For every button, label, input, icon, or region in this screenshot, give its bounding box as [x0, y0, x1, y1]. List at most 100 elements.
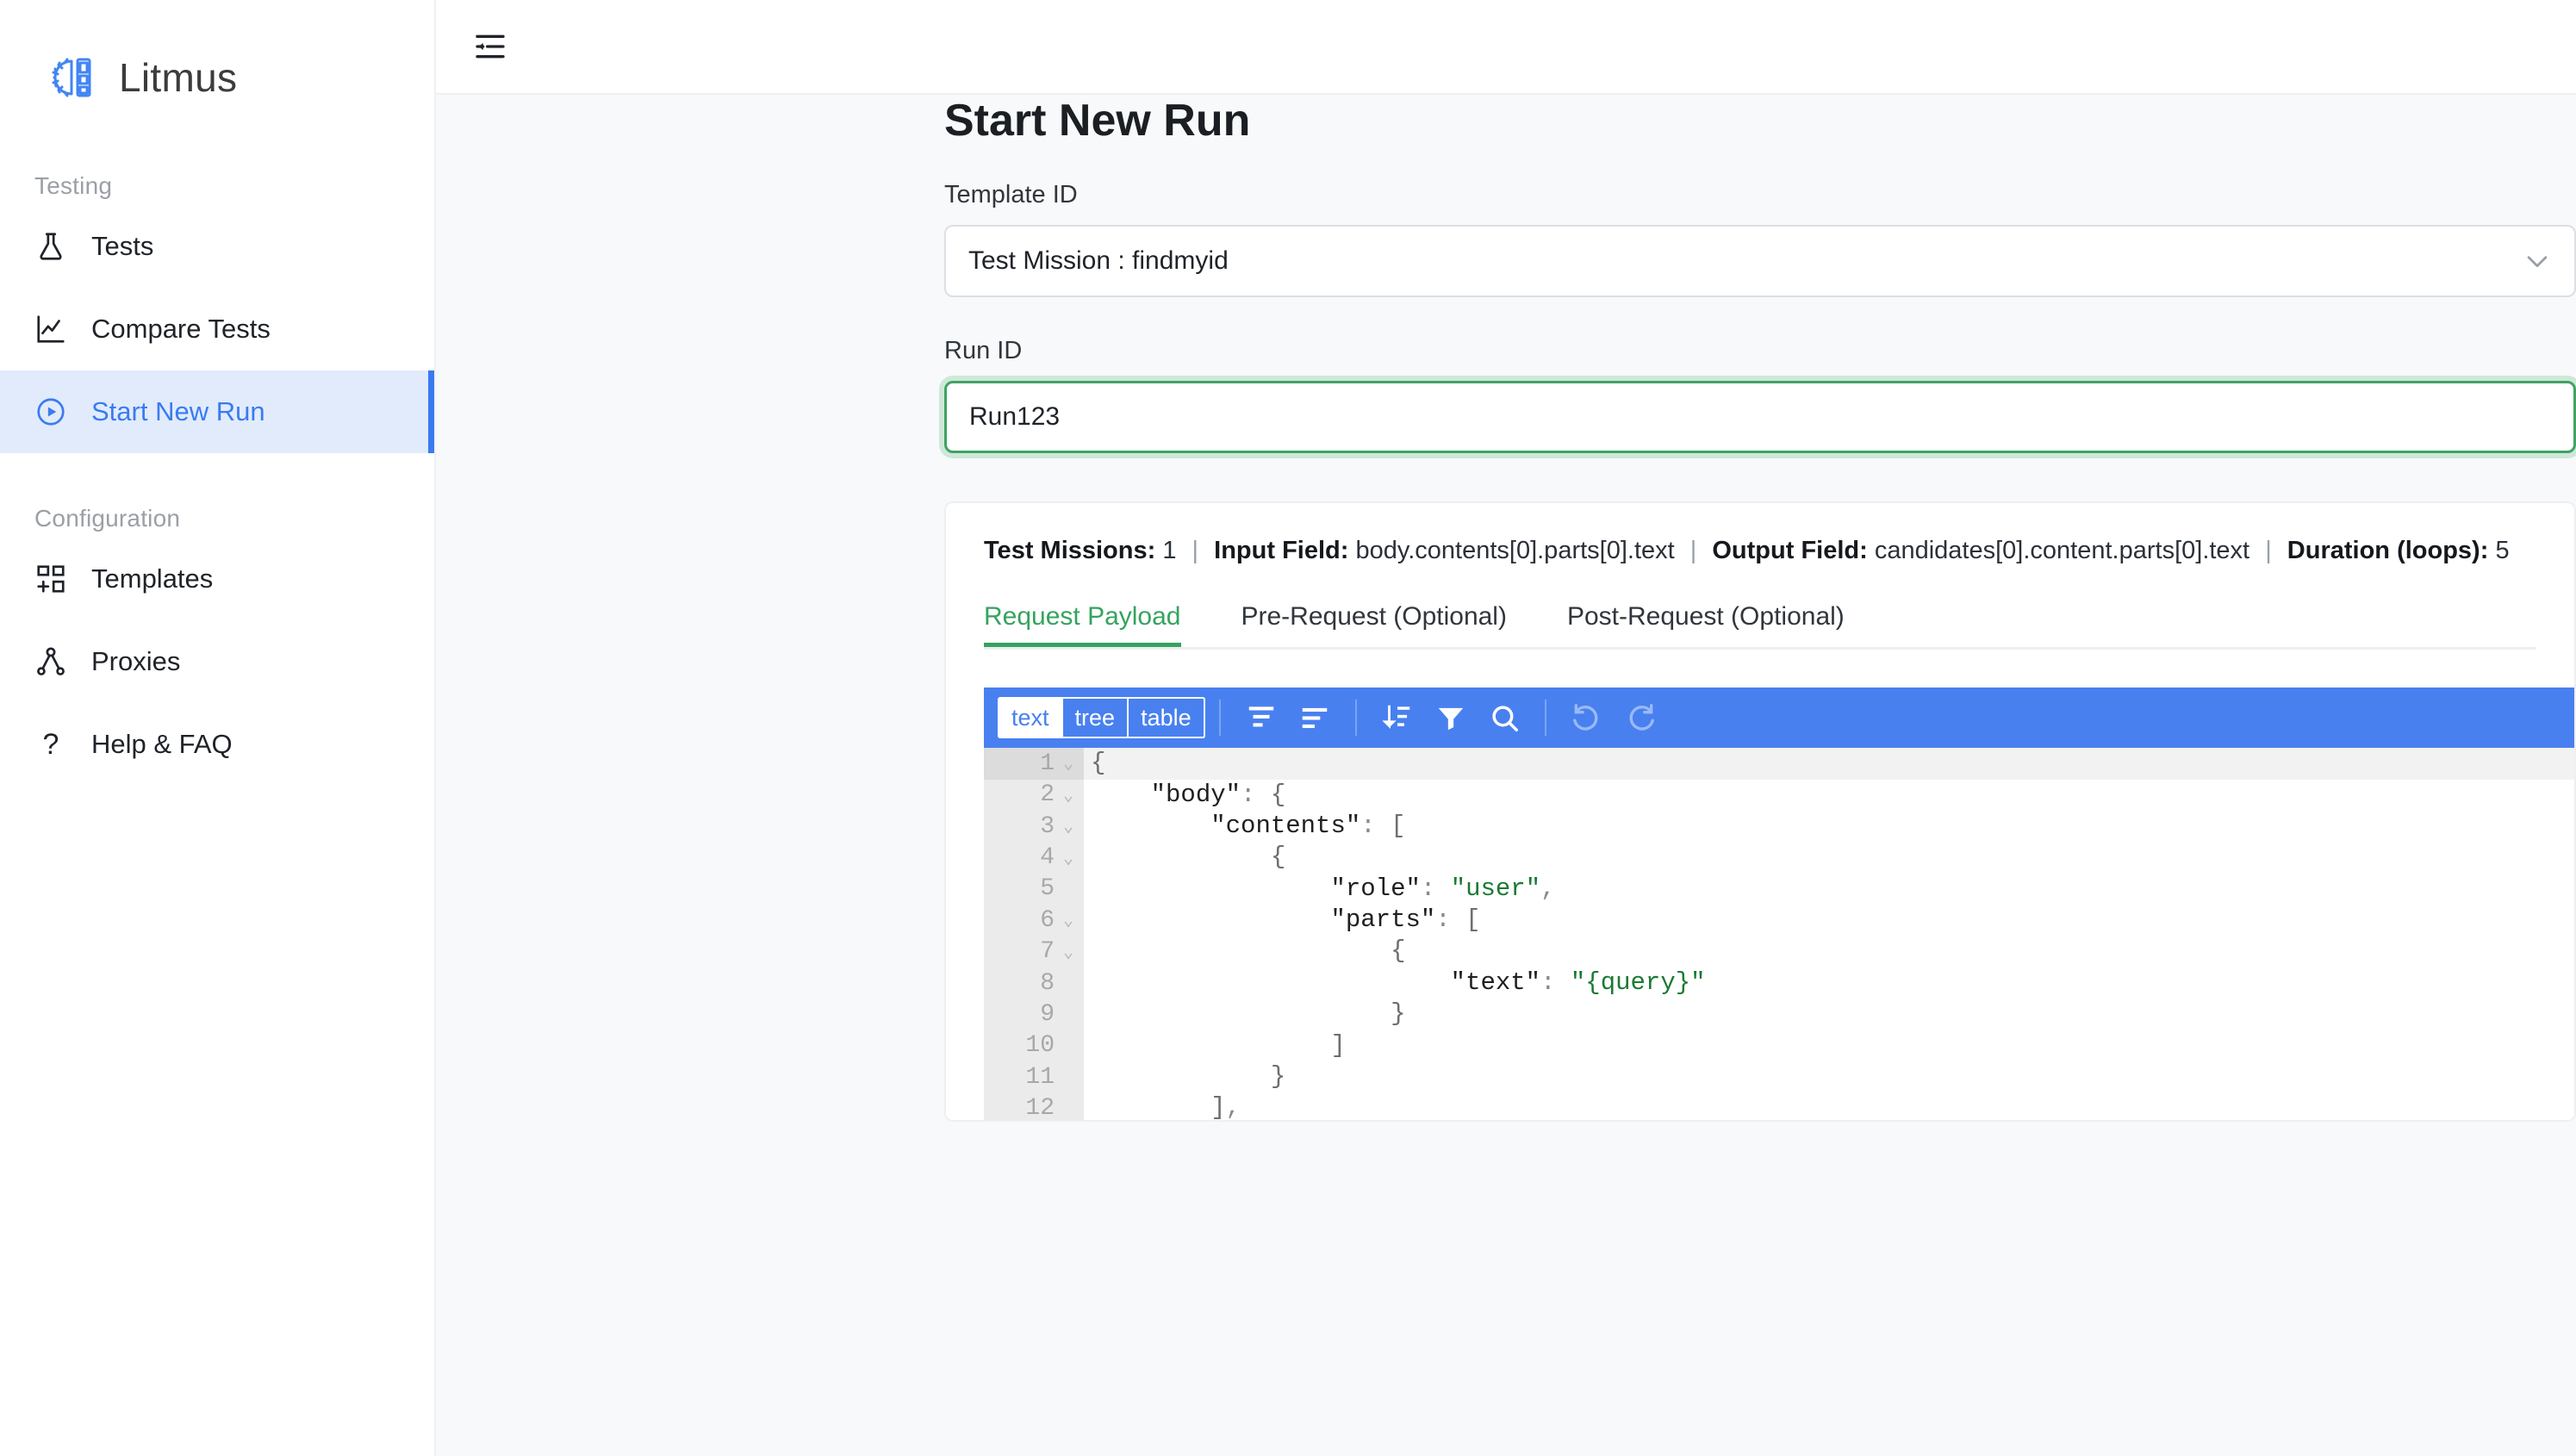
editor-line-number: 1 ⌄ [984, 748, 1084, 780]
code-token: { [1091, 749, 1106, 778]
meta-separator: | [1689, 537, 1697, 564]
app-root: Litmus Testing Tests Compare Tests Start… [0, 0, 2576, 1456]
editor-line-number: 12 [984, 1092, 1084, 1120]
editor-line-number: 9 [984, 999, 1084, 1030]
question-mark-icon: ? [42, 728, 59, 761]
editor-line-number: 2 ⌄ [984, 780, 1084, 811]
code-token: "contents" [1210, 811, 1361, 840]
code-token: "body" [1150, 780, 1241, 809]
sidebar-item-compare-tests[interactable]: Compare Tests [0, 288, 434, 370]
code-token: : [1540, 968, 1571, 997]
output-field-label: Output Field: [1712, 537, 1868, 564]
tab-pre-request[interactable]: Pre-Request (Optional) [1241, 602, 1507, 647]
fold-toggle-icon[interactable]: ⌄ [1060, 909, 1077, 931]
run-id-input[interactable]: Run123 [944, 381, 2576, 453]
template-id-label: Template ID [944, 181, 1078, 208]
tab-post-request[interactable]: Post-Request (Optional) [1567, 602, 1845, 647]
editor-mode-tree[interactable]: tree [1062, 699, 1129, 737]
editor-line-number: 4 ⌄ [984, 842, 1084, 873]
fold-toggle-icon[interactable]: ⌄ [1060, 784, 1077, 806]
network-nodes-icon [34, 645, 67, 678]
editor-code-line: ] [1084, 1030, 2574, 1061]
code-token: ] [1210, 1093, 1226, 1122]
editor-line-number: 11 [984, 1061, 1084, 1092]
sort-icon[interactable] [1371, 691, 1424, 744]
editor-code-line: ], [1084, 1092, 2574, 1122]
fold-toggle-icon[interactable]: ⌄ [1060, 941, 1077, 963]
sidebar-item-proxies[interactable]: Proxies [0, 620, 434, 703]
play-circle-icon [34, 395, 67, 428]
editor-code-area[interactable]: { "body": { "contents": [ { "role": "use… [1084, 748, 2574, 1122]
tab-request-payload[interactable]: Request Payload [984, 602, 1181, 647]
test-missions-value: 1 [1162, 537, 1177, 564]
editor-code-line: { [1084, 936, 2574, 967]
filter-icon[interactable] [1424, 691, 1478, 744]
topbar [436, 0, 2576, 95]
redo-icon[interactable] [1614, 691, 1667, 744]
run-id-label: Run ID [944, 337, 1023, 364]
flask-icon [34, 230, 67, 263]
editor-code-line: "parts": [ [1084, 905, 2574, 936]
request-tabs: Request Payload Pre-Request (Optional) P… [984, 602, 2536, 650]
page-content: Start New Run Template ID Test Mission :… [436, 95, 2576, 1456]
editor-mode-table[interactable]: table [1129, 699, 1204, 737]
code-token: [ [1465, 905, 1481, 935]
json-editor-body[interactable]: 1⌄2⌄3⌄4⌄5 6⌄7⌄8 9 10 11 12 13⌄14 15 16 1… [984, 748, 2574, 1122]
format-expand-icon[interactable] [1288, 691, 1341, 744]
editor-line-number: 10 [984, 1030, 1084, 1061]
sidebar-item-label: Templates [91, 563, 214, 594]
request-config-card: Test Missions: 1 | Input Field: body.con… [944, 501, 2576, 1122]
input-field-label: Input Field: [1214, 537, 1349, 564]
code-token: [ [1391, 811, 1406, 840]
brand[interactable]: Litmus [0, 0, 434, 121]
sidebar-item-label: Tests [91, 231, 154, 261]
code-token: , [1225, 1093, 1241, 1122]
code-token: "role" [1330, 874, 1421, 903]
sidebar-item-start-new-run[interactable]: Start New Run [0, 370, 434, 453]
brand-name: Litmus [119, 55, 238, 100]
sidebar: Litmus Testing Tests Compare Tests Start… [0, 0, 436, 1456]
fold-toggle-icon[interactable]: ⌄ [1060, 752, 1077, 775]
code-token: { [1270, 843, 1286, 872]
grid-plus-icon [34, 563, 67, 595]
code-token: , [1540, 874, 1556, 903]
duration-label: Duration (loops): [2287, 537, 2489, 564]
sidebar-group-configuration: Templates Proxies ? Help & FAQ [0, 538, 434, 786]
code-token: : [1241, 780, 1271, 809]
code-token: } [1391, 999, 1406, 1029]
code-token: { [1270, 780, 1286, 809]
search-icon[interactable] [1478, 691, 1531, 744]
meta-separator: | [2265, 537, 2272, 564]
editor-code-line: "body": { [1084, 780, 2574, 811]
fold-toggle-icon[interactable]: ⌄ [1060, 815, 1077, 837]
editor-mode-group: text tree table [998, 697, 1205, 739]
code-token: "text" [1450, 968, 1541, 997]
template-id-value: Test Mission : findmyid [968, 246, 1229, 275]
sidebar-item-tests[interactable]: Tests [0, 205, 434, 288]
collapse-sidebar-icon[interactable] [470, 27, 510, 66]
format-compact-icon[interactable] [1235, 691, 1288, 744]
chevron-down-icon [2523, 246, 2552, 276]
sidebar-item-help-faq[interactable]: ? Help & FAQ [0, 703, 434, 786]
editor-code-line: } [1084, 999, 2574, 1030]
editor-code-line: "contents": [ [1084, 811, 2574, 842]
sidebar-section-label-configuration: Configuration [34, 505, 181, 532]
undo-icon[interactable] [1560, 691, 1614, 744]
json-editor: text tree table 1 ⌄ 2 ⌄ 3 ⌄ 4 ⌄ 5 6 ⌄ 7 … [984, 688, 2574, 1120]
editor-mode-text[interactable]: text [999, 699, 1063, 737]
fold-toggle-icon[interactable]: ⌄ [1060, 847, 1077, 869]
litmus-gear-strip-logo-icon [47, 53, 96, 103]
code-token: { [1391, 936, 1406, 966]
template-id-select[interactable]: Test Mission : findmyid [944, 225, 2576, 297]
editor-code-line: "text": "{query}" [1084, 968, 2574, 999]
code-token: : [1435, 905, 1466, 935]
test-missions-label: Test Missions: [984, 537, 1156, 564]
toolbar-divider [1544, 700, 1546, 737]
json-editor-toolbar: text tree table [984, 688, 2574, 749]
toolbar-divider [1218, 700, 1221, 737]
sidebar-item-templates[interactable]: Templates [0, 538, 434, 620]
output-field-value: candidates[0].content.parts[0].text [1874, 537, 2250, 564]
